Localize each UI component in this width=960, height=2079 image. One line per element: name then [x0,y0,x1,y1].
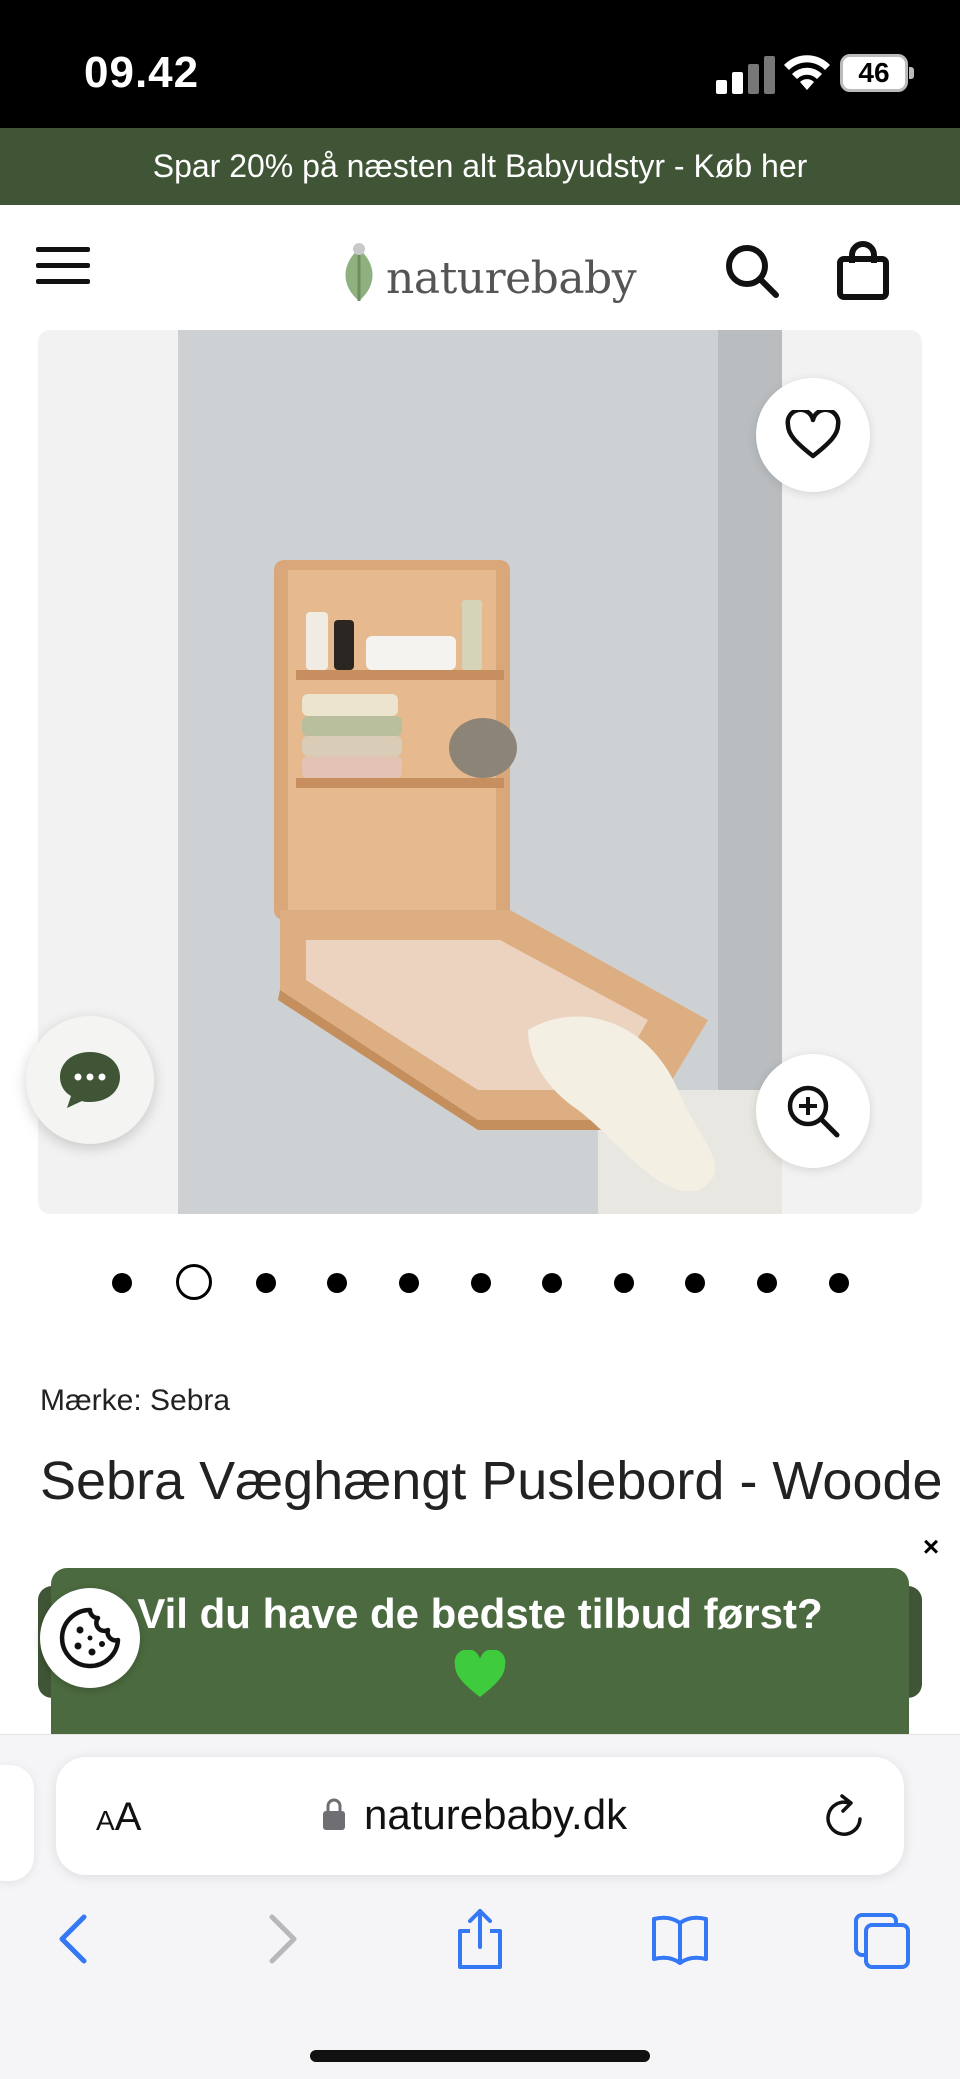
aa-small-label: A [96,1805,115,1836]
pagination-dot[interactable] [327,1273,347,1293]
back-icon[interactable] [44,1907,104,1971]
home-indicator[interactable] [310,2050,650,2062]
battery-icon: 46 [840,54,914,92]
product-title: Sebra Væghængt Puslebord - Wooden Editio… [40,1451,940,1511]
cookie-settings-button[interactable] [40,1588,140,1688]
lock-icon [323,1798,345,1830]
shopping-bag-icon[interactable] [836,241,890,301]
promo-banner[interactable]: Spar 20% på næsten alt Babyudstyr - Køb … [0,128,960,205]
zoom-in-icon [787,1085,840,1138]
menu-icon[interactable] [36,243,92,289]
site-header: naturebaby [0,205,960,330]
clock: 09.42 [84,48,200,97]
aa-large-label: A [114,1795,142,1839]
leaf-logo-icon [345,243,373,301]
url-domain: naturebaby.dk [364,1791,628,1838]
chat-bubble-icon [60,1052,120,1108]
tabs-icon[interactable] [852,1907,912,1971]
cookie-icon [59,1607,121,1669]
reload-icon[interactable] [822,1791,868,1841]
share-icon[interactable] [450,1907,510,1971]
product-gallery[interactable] [38,330,922,1214]
pagination-dot[interactable] [256,1273,276,1293]
forward-icon[interactable] [252,1907,312,1971]
pagination-dot[interactable] [757,1273,777,1293]
wifi-icon [784,55,830,90]
heart-icon [785,410,841,459]
pagination-dot[interactable] [542,1273,562,1293]
product-brand: Mærke: Sebra [40,1384,231,1417]
previous-tab-preview[interactable] [0,1765,34,1881]
logo-text: naturebaby [386,253,637,304]
pagination-dot[interactable] [112,1273,132,1293]
browser-toolbar: AA naturebaby.dk [0,1734,960,2079]
popup-close-button[interactable]: × [912,1528,950,1566]
bookmarks-icon[interactable] [650,1907,710,1971]
status-bar: 09.42 46 [0,0,960,128]
product-image[interactable] [178,330,782,1214]
newsletter-popup[interactable]: Vil du have de bedste tilbud først? [51,1568,909,1734]
gallery-pagination [0,1264,960,1300]
search-icon[interactable] [722,241,782,301]
pagination-dot[interactable] [614,1273,634,1293]
pagination-dot[interactable] [685,1273,705,1293]
address-bar[interactable]: AA naturebaby.dk [56,1757,904,1875]
favorite-button[interactable] [756,378,870,492]
cellular-signal-icon [716,54,776,94]
reader-settings-button[interactable]: AA [96,1795,141,1840]
green-heart-icon [454,1650,506,1697]
popup-message: Vil du have de bedste tilbud først? [137,1590,823,1637]
pagination-dot[interactable] [471,1273,491,1293]
zoom-button[interactable] [756,1054,870,1168]
pagination-dot[interactable] [829,1273,849,1293]
pagination-dot-active[interactable] [176,1264,212,1300]
site-logo[interactable]: naturebaby [336,233,637,313]
pagination-dot[interactable] [399,1273,419,1293]
chat-button[interactable] [26,1016,154,1144]
